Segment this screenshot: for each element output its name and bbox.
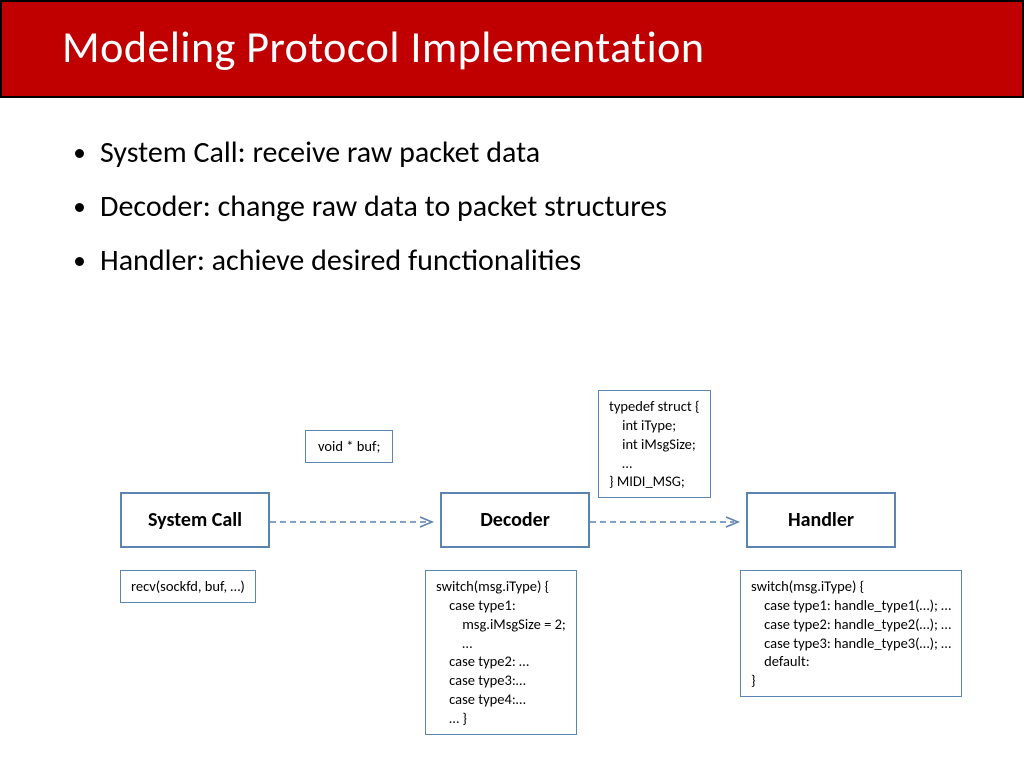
node-system-call: System Call [120, 492, 270, 548]
code-handler-switch: switch(msg.iType) { case type1: handle_t… [740, 570, 962, 697]
code-struct-definition: typedef struct { int iType; int iMsgSize… [598, 390, 711, 498]
bullet-item: Decoder: change raw data to packet struc… [100, 180, 954, 234]
code-recv-call: recv(sockfd, buf, …) [120, 570, 256, 603]
node-decoder: Decoder [440, 492, 590, 548]
code-buf-declaration: void * buf; [305, 430, 393, 463]
arrow-syscall-to-decoder [270, 516, 440, 528]
slide-title: Modeling Protocol Implementation [0, 0, 1024, 98]
code-decoder-switch: switch(msg.iType) { case type1: msg.iMsg… [425, 570, 577, 735]
bullet-item: System Call: receive raw packet data [100, 126, 954, 180]
bullet-item: Handler: achieve desired functionalities [100, 234, 954, 288]
node-handler: Handler [746, 492, 896, 548]
slide: Modeling Protocol Implementation System … [0, 0, 1024, 768]
bullet-list: System Call: receive raw packet data Dec… [70, 126, 954, 288]
diagram-area: void * buf; typedef struct { int iType; … [0, 380, 1024, 760]
arrow-decoder-to-handler [590, 516, 746, 528]
